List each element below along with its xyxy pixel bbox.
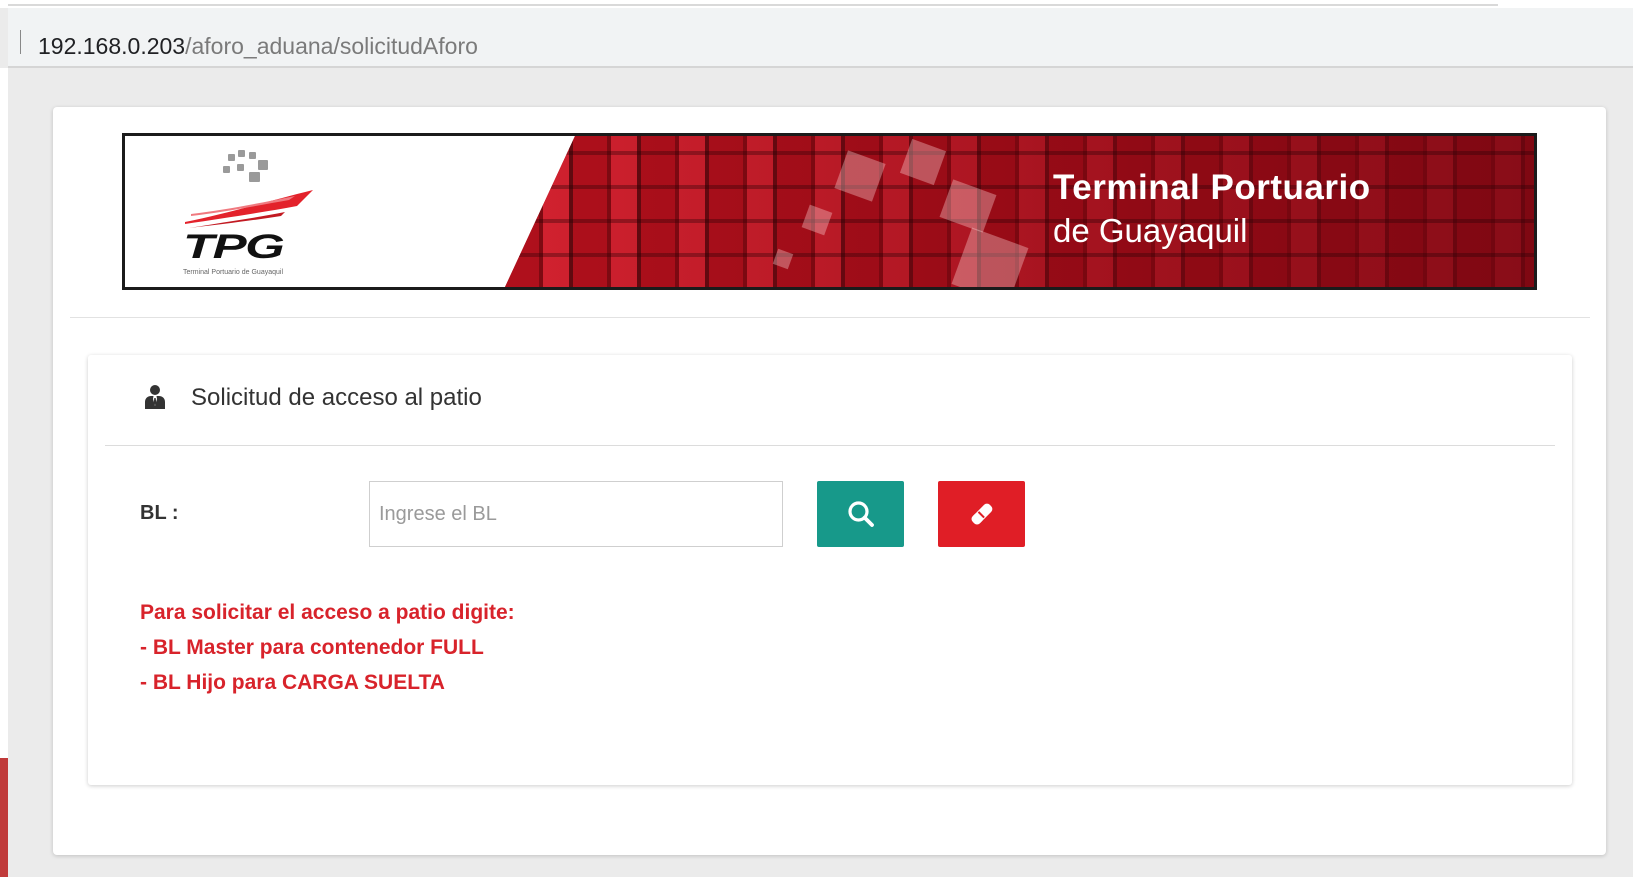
instruction-bl-master: - BL Master para contenedor FULL xyxy=(140,636,484,659)
logo-text: TPG xyxy=(183,228,285,266)
panel-divider xyxy=(105,445,1555,446)
left-edge-accent xyxy=(0,758,8,877)
url-path: /aforo_aduana/solicitudAforo xyxy=(185,33,478,59)
header-divider xyxy=(70,317,1590,318)
eraser-icon xyxy=(971,503,992,525)
address-url[interactable]: 192.168.0.203/aforo_aduana/solicitudAfor… xyxy=(38,33,478,60)
container-photo xyxy=(505,136,1534,287)
address-bar[interactable]: 192.168.0.203/aforo_aduana/solicitudAfor… xyxy=(8,8,1633,68)
instruction-bl-hijo: - BL Hijo para CARGA SUELTA xyxy=(140,671,445,694)
browser-top-strip xyxy=(0,0,1633,8)
bl-label: BL : xyxy=(140,502,179,524)
panel-title: Solicitud de acceso al patio xyxy=(191,384,482,411)
url-host: 192.168.0.203 xyxy=(38,33,186,59)
form-panel xyxy=(88,355,1572,785)
search-icon xyxy=(847,501,874,527)
instruction-heading: Para solicitar el acceso a patio digite: xyxy=(140,601,515,624)
user-tie-icon xyxy=(145,385,165,409)
left-edge xyxy=(0,68,8,877)
clear-button[interactable] xyxy=(938,481,1025,547)
tab-line xyxy=(8,4,1498,6)
search-button[interactable] xyxy=(817,481,904,547)
tpg-logo: TPG Terminal Portuario de Guayaquil xyxy=(125,136,545,287)
bl-input[interactable] xyxy=(369,481,783,547)
address-caret xyxy=(20,30,21,54)
banner-subtitle: de Guayaquil xyxy=(1053,212,1248,249)
logo-subtext: Terminal Portuario de Guayaquil xyxy=(183,269,283,276)
header-banner: TPG Terminal Portuario de Guayaquil Term… xyxy=(122,133,1537,290)
banner-title: Terminal Portuario xyxy=(1053,168,1371,207)
logo-swoosh xyxy=(185,190,313,228)
